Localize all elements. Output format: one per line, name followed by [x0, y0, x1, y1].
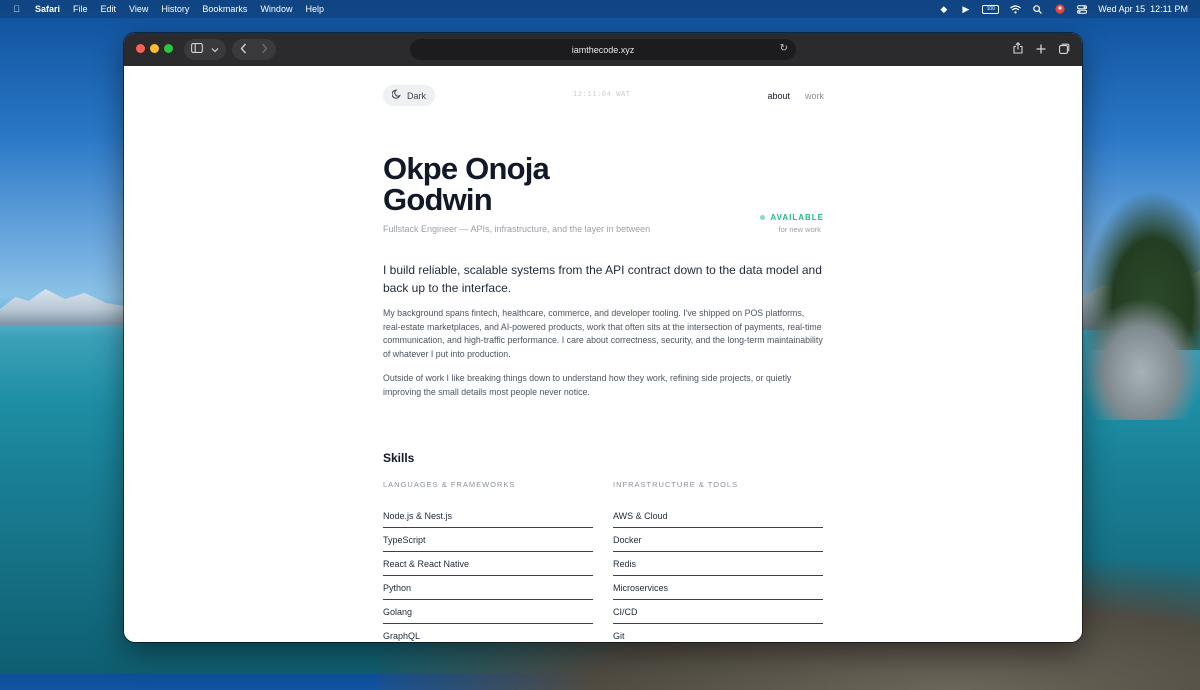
nav-work-link[interactable]: work	[805, 91, 824, 101]
wallpaper-rocks	[1082, 300, 1200, 420]
languages-heading: LANGUAGES & FRAMEWORKS	[383, 480, 516, 489]
dark-mode-label: Dark	[407, 90, 427, 101]
role-subtitle: Fullstack Engineer — APIs, infrastructur…	[383, 224, 651, 234]
page-title: Okpe Onoja Godwin	[383, 151, 550, 217]
wifi-icon[interactable]	[1010, 4, 1022, 14]
availability-status-text: AVAILABLE	[770, 213, 824, 222]
skill-item: GraphQL	[383, 625, 593, 642]
menu-app-name[interactable]: Safari	[35, 4, 60, 14]
status-dot-icon	[760, 215, 766, 220]
skill-item: TypeScript	[383, 529, 593, 552]
user-avatar-icon[interactable]	[1054, 4, 1065, 14]
languages-column: LANGUAGES & FRAMEWORKS Node.js & Nest.js…	[383, 480, 593, 642]
intro-paragraph-1: My background spans fintech, healthcare,…	[383, 308, 823, 360]
apple-menu-icon[interactable]: 	[11, 4, 22, 14]
control-center-icon[interactable]	[1076, 4, 1087, 14]
menu-clock[interactable]: Wed Apr 15 12:11 PM	[1098, 4, 1188, 14]
menu-history[interactable]: History	[161, 4, 189, 14]
skill-item: Golang	[383, 601, 593, 624]
wallpaper-mountains-left	[0, 289, 130, 325]
intro-lead: I build reliable, scalable systems from …	[383, 263, 822, 295]
share-icon[interactable]	[1013, 42, 1023, 57]
browser-toolbar: iamthecode.xyz ↻	[124, 33, 1082, 66]
sidebar-toggle-group	[184, 39, 226, 60]
address-bar[interactable]: iamthecode.xyz ↻	[410, 39, 796, 60]
availability-badge: AVAILABLE for new work	[760, 213, 824, 234]
dark-mode-toggle[interactable]: Dark	[383, 85, 436, 106]
menu-bookmarks[interactable]: Bookmarks	[202, 4, 247, 14]
play-circle-icon[interactable]: ▶	[960, 4, 971, 14]
skill-item: Redis	[613, 553, 823, 576]
name-line-1: Okpe Onoja	[383, 151, 550, 186]
moon-icon	[391, 89, 402, 102]
menu-help[interactable]: Help	[305, 4, 324, 14]
new-tab-icon[interactable]	[1036, 43, 1046, 57]
back-button[interactable]	[240, 43, 247, 57]
zoom-window-button[interactable]	[164, 44, 173, 53]
nav-about-link[interactable]: about	[767, 91, 790, 101]
skill-item: Git	[613, 625, 823, 642]
menu-view[interactable]: View	[129, 4, 148, 14]
url-text: iamthecode.xyz	[571, 44, 635, 55]
skill-item: React & React Native	[383, 553, 593, 576]
skill-item: AWS & Cloud	[613, 505, 823, 528]
menu-bar:  Safari File Edit View History Bookmark…	[0, 0, 1200, 18]
skill-item: Python	[383, 577, 593, 600]
tab-overview-icon[interactable]	[1059, 43, 1070, 57]
menu-file[interactable]: File	[73, 4, 88, 14]
skill-item: Node.js & Nest.js	[383, 505, 593, 528]
skill-item: Docker	[613, 529, 823, 552]
web-page: Dark 12:11:04 WAT about work Okpe Onoja …	[124, 66, 1082, 642]
battery-icon[interactable]: 100	[982, 4, 1000, 14]
skill-item: Microservices	[613, 577, 823, 600]
forward-button[interactable]	[261, 43, 268, 57]
navigation-group	[232, 39, 276, 60]
local-time: 12:11:04 WAT	[573, 91, 631, 99]
battery-level: 100	[986, 6, 995, 12]
infrastructure-column: INFRASTRUCTURE & TOOLS AWS & Cloud Docke…	[613, 480, 823, 642]
toolbar-actions	[1013, 39, 1070, 60]
skill-item: CI/CD	[613, 601, 823, 624]
reload-icon[interactable]: ↻	[780, 43, 788, 54]
menu-window[interactable]: Window	[260, 4, 292, 14]
infrastructure-heading: INFRASTRUCTURE & TOOLS	[613, 480, 739, 489]
skills-heading: Skills	[383, 451, 415, 465]
intro-paragraph-2: Outside of work I like breaking things d…	[383, 373, 792, 397]
availability-status: AVAILABLE	[760, 213, 824, 222]
safari-window: iamthecode.xyz ↻ Dark 12:11:04 WAT about…	[124, 33, 1082, 642]
close-window-button[interactable]	[136, 44, 145, 53]
search-icon[interactable]	[1032, 4, 1043, 14]
chevron-down-icon[interactable]	[211, 44, 219, 56]
availability-note: for new work	[778, 225, 821, 234]
site-nav: about work	[767, 91, 824, 101]
minimize-window-button[interactable]	[150, 44, 159, 53]
figma-icon[interactable]: ◆	[938, 4, 949, 14]
menu-edit[interactable]: Edit	[101, 4, 117, 14]
name-line-2: Godwin	[383, 182, 493, 217]
sidebar-icon[interactable]	[191, 43, 203, 56]
